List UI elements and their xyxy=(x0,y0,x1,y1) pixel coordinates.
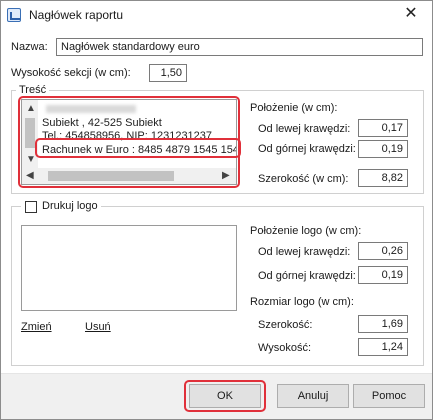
logo-width-input[interactable]: 1,69 xyxy=(358,315,408,333)
change-logo-link[interactable]: Zmień xyxy=(21,321,52,333)
remove-logo-link[interactable]: Usuń xyxy=(85,321,111,333)
help-button[interactable]: Pomoc xyxy=(353,384,425,408)
content-group-legend: Treść xyxy=(16,84,50,96)
cancel-button[interactable]: Anuluj xyxy=(277,384,349,408)
logo-height-label: Wysokość: xyxy=(258,342,312,354)
print-logo-checkbox[interactable] xyxy=(25,201,37,213)
logo-size-label: Rozmiar logo (w cm): xyxy=(250,296,354,308)
title-bar: Nagłówek raportu ✕ xyxy=(1,1,432,29)
content-width-input[interactable]: 8,82 xyxy=(358,169,408,187)
name-input[interactable]: Nagłówek standardowy euro xyxy=(56,38,423,56)
logo-left-input[interactable]: 0,26 xyxy=(358,242,408,260)
print-logo-label: Drukuj logo xyxy=(42,200,98,212)
report-header-dialog: Nagłówek raportu ✕ Nazwa: Nagłówek stand… xyxy=(0,0,433,420)
close-button[interactable]: ✕ xyxy=(400,4,422,24)
logo-width-label: Szerokość: xyxy=(258,319,313,331)
content-position-label: Położenie (w cm): xyxy=(250,102,338,114)
logo-top-label: Od górnej krawędzi: xyxy=(258,270,356,282)
logo-left-label: Od lewej krawędzi: xyxy=(258,246,351,258)
app-icon xyxy=(7,8,21,22)
ok-button-highlight xyxy=(184,380,266,412)
logo-top-input[interactable]: 0,19 xyxy=(358,266,408,284)
content-left-label: Od lewej krawędzi: xyxy=(258,123,351,135)
content-left-input[interactable]: 0,17 xyxy=(358,119,408,137)
account-line-highlight xyxy=(35,138,241,158)
section-height-label: Wysokość sekcji (w cm): xyxy=(11,67,131,79)
window-title: Nagłówek raportu xyxy=(29,8,124,22)
content-top-input[interactable]: 0,19 xyxy=(358,140,408,158)
section-height-input[interactable]: 1,50 xyxy=(149,64,187,82)
logo-position-label: Położenie logo (w cm): xyxy=(250,225,362,237)
logo-height-input[interactable]: 1,24 xyxy=(358,338,408,356)
content-top-label: Od górnej krawędzi: xyxy=(258,143,356,155)
logo-preview-box xyxy=(21,225,237,311)
name-label: Nazwa: xyxy=(11,41,48,53)
content-width-label: Szerokość (w cm): xyxy=(258,173,349,185)
